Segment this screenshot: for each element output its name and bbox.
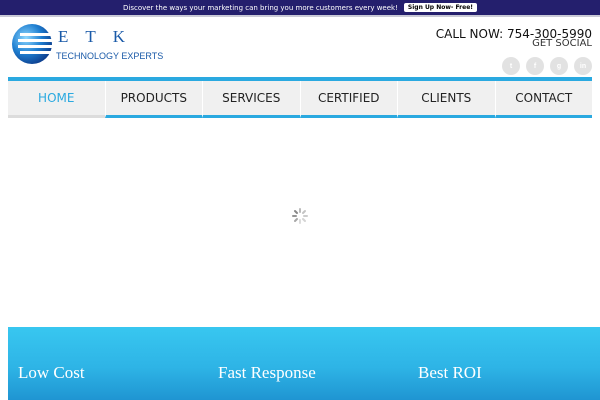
promo-text: Discover the ways your marketing can bri… — [122, 3, 398, 12]
nav-item-products[interactable]: PRODUCTS — [104, 81, 202, 118]
nav-item-contact[interactable]: CONTACT — [494, 81, 592, 118]
promo-bar: Discover the ways your marketing can bri… — [0, 0, 600, 17]
twitter-icon[interactable]: t — [502, 57, 520, 75]
loading-spinner-icon — [292, 208, 308, 224]
social-icons: t f g in — [502, 57, 592, 75]
feature-best-roi: Best ROI — [418, 363, 482, 382]
google-plus-icon[interactable]: g — [550, 57, 568, 75]
linkedin-icon[interactable]: in — [574, 57, 592, 75]
logo-letters: ETK — [58, 27, 143, 46]
feature-low-cost: Low Cost — [18, 363, 85, 382]
main-nav: HOME PRODUCTS SERVICES CERTIFIED CLIENTS… — [8, 81, 592, 118]
logo-subtitle: TECHNOLOGY EXPERTS — [56, 51, 164, 61]
nav-item-services[interactable]: SERVICES — [202, 81, 300, 118]
globe-logo-icon — [12, 24, 54, 64]
nav-item-clients[interactable]: CLIENTS — [397, 81, 495, 118]
features-band: Low Cost Fast Response Best ROI — [8, 327, 600, 400]
get-social-label: GET SOCIAL — [532, 38, 592, 49]
facebook-icon[interactable]: f — [526, 57, 544, 75]
nav-item-certified[interactable]: CERTIFIED — [299, 81, 397, 118]
sign-up-button[interactable]: Sign Up Now- Free! — [403, 3, 478, 12]
nav-item-home[interactable]: HOME — [8, 81, 105, 118]
etk-logo[interactable]: ETK TECHNOLOGY EXPERTS — [10, 22, 170, 66]
feature-fast-response: Fast Response — [218, 363, 316, 382]
